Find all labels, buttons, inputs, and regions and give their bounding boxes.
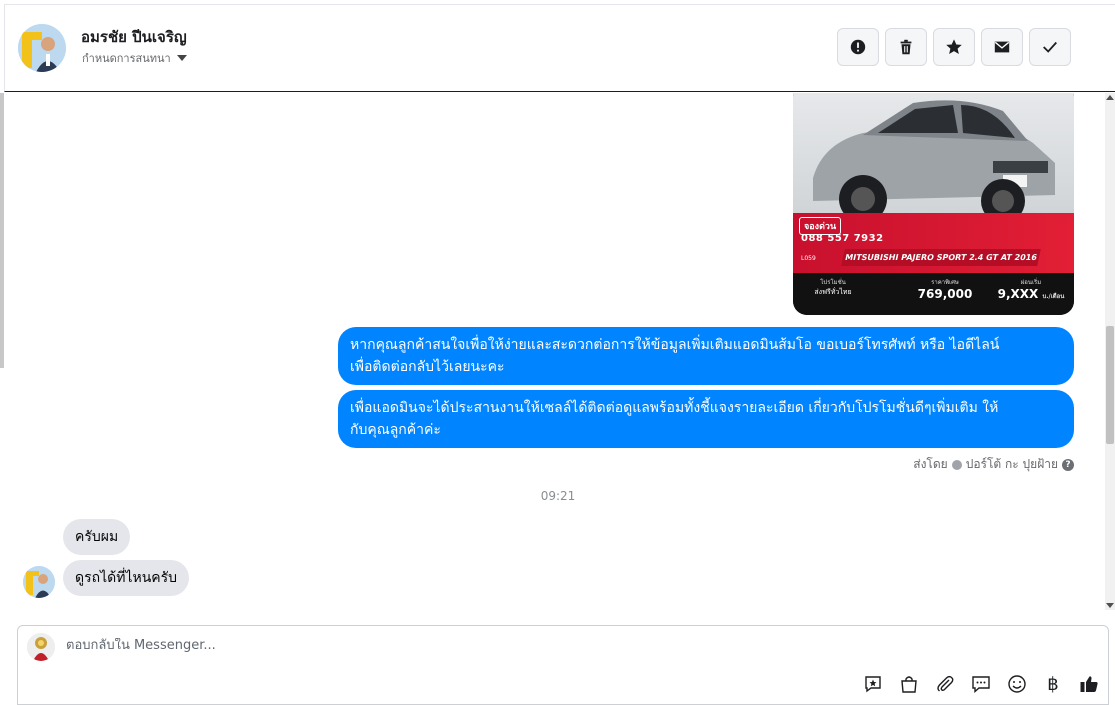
scroll-down-arrow-icon[interactable] xyxy=(1106,603,1114,608)
contact-avatar[interactable] xyxy=(18,24,66,72)
car-illustration xyxy=(813,100,1055,223)
conversation-schedule-label: กำหนดการสนทนา xyxy=(82,52,171,65)
saved-reply-button[interactable] xyxy=(862,673,884,695)
incoming-message[interactable]: ดูรถได้ที่ไหนครับ xyxy=(63,560,190,596)
attach-button[interactable] xyxy=(934,673,956,695)
sender-avatar[interactable] xyxy=(23,566,55,598)
shop-button[interactable] xyxy=(898,673,920,695)
shop-bag-icon xyxy=(901,676,917,693)
car-ad-promo-value: ส่งฟรีทั่วไทย xyxy=(814,288,852,296)
quick-reply-button[interactable] xyxy=(970,673,992,695)
like-icon xyxy=(1080,676,1098,692)
baht-icon: ฿ xyxy=(1047,673,1059,695)
trash-icon xyxy=(900,39,912,55)
message-thread[interactable]: จองด่วน 088 557 7932 L059 MITSUBISHI PAJ… xyxy=(4,93,1105,610)
message-text-line: หากคุณลูกค้าสนใจเพื่อให้ง่ายและสะดวกต่อก… xyxy=(350,337,1000,353)
car-ad-installment-label: ผ่อนเริ่ม xyxy=(1020,279,1042,286)
incoming-message[interactable]: ครับผม xyxy=(63,519,131,555)
message-text-line: เพื่อติดต่อกลับไว้เลยนะคะ xyxy=(350,359,505,375)
mark-spam-icon xyxy=(850,39,866,55)
car-ad-promo: โปรโมชั่น ส่งฟรีทั่วไทย xyxy=(803,277,863,298)
attachment-icon xyxy=(937,675,954,692)
payment-button[interactable]: ฿ xyxy=(1042,673,1064,695)
car-ad-price-label: ราคาพิเศษ xyxy=(931,279,959,286)
emoji-icon xyxy=(1008,675,1026,693)
car-ad-installment-amount: 9,XXX xyxy=(997,287,1039,301)
car-ad-promo-label: โปรโมชั่น xyxy=(820,279,846,286)
page-check-icon xyxy=(951,459,962,470)
like-button[interactable] xyxy=(1078,673,1100,695)
mark-done-button[interactable] xyxy=(1029,28,1071,66)
mark-spam-button[interactable] xyxy=(837,28,879,66)
car-ad-image[interactable]: จองด่วน 088 557 7932 L059 MITSUBISHI PAJ… xyxy=(793,93,1074,315)
envelope-icon xyxy=(994,41,1010,53)
chat-bubble-icon xyxy=(972,676,990,694)
message-text-line: กับคุณลูกค้าค่ะ xyxy=(350,422,441,438)
car-ad-price: ราคาพิเศษ 769,000 xyxy=(905,277,985,301)
scroll-thumb[interactable] xyxy=(1106,326,1114,444)
reply-composer: ฿ xyxy=(17,625,1109,705)
check-icon xyxy=(1043,41,1057,53)
header-actions xyxy=(837,28,1071,66)
car-ad-model-text: MITSUBISHI PAJERO SPORT 2.4 GT AT 2016 xyxy=(844,253,1038,262)
car-ad-installment-value: 9,XXX บ./เดือน xyxy=(991,287,1071,301)
message-text-line: เพื่อแอดมินจะได้ประสานงานให้เซลล์ได้ติดต… xyxy=(350,400,999,416)
saved-reply-icon xyxy=(865,676,881,693)
message-timestamp: 09:21 xyxy=(540,489,576,503)
star-button[interactable] xyxy=(933,28,975,66)
delete-button[interactable] xyxy=(885,28,927,66)
composer-toolbar: ฿ xyxy=(862,673,1100,695)
conversation-header: อมรชัย ปีนเจริญ กำหนดการสนทนา xyxy=(4,4,1115,92)
car-ad-installment-unit: บ./เดือน xyxy=(1042,293,1065,300)
page-avatar xyxy=(27,633,55,661)
star-icon xyxy=(946,39,962,55)
outgoing-message[interactable]: เพื่อแอดมินจะได้ประสานงานให้เซลล์ได้ติดต… xyxy=(338,390,1074,448)
contact-name: อมรชัย ปีนเจริญ xyxy=(81,28,187,46)
help-icon[interactable]: ? xyxy=(1062,458,1074,471)
car-ad-installment: ผ่อนเริ่ม 9,XXX บ./เดือน xyxy=(991,277,1071,301)
sent-by-prefix: ส่งโดย xyxy=(913,457,948,471)
mark-unread-button[interactable] xyxy=(981,28,1023,66)
car-ad-price-value: 769,000 xyxy=(917,287,973,301)
outgoing-message[interactable]: หากคุณลูกค้าสนใจเพื่อให้ง่ายและสะดวกต่อก… xyxy=(338,327,1074,385)
car-ad-code: L059 xyxy=(801,255,816,262)
reply-input[interactable] xyxy=(66,638,866,653)
sent-by-info: ส่งโดย ปอร์โต้ กะ ปุยฝ้าย ? xyxy=(913,455,1074,474)
emoji-button[interactable] xyxy=(1006,673,1028,695)
sent-by-name: ปอร์โต้ กะ ปุยฝ้าย xyxy=(965,457,1058,471)
car-ad-model: MITSUBISHI PAJERO SPORT 2.4 GT AT 2016 xyxy=(841,249,1041,266)
scroll-up-arrow-icon[interactable] xyxy=(1106,95,1114,100)
caret-down-icon xyxy=(176,55,187,61)
car-ad-phone: 088 557 7932 xyxy=(801,233,884,244)
conversation-schedule-dropdown[interactable]: กำหนดการสนทนา xyxy=(82,49,187,67)
thread-scrollbar[interactable] xyxy=(1105,93,1115,610)
